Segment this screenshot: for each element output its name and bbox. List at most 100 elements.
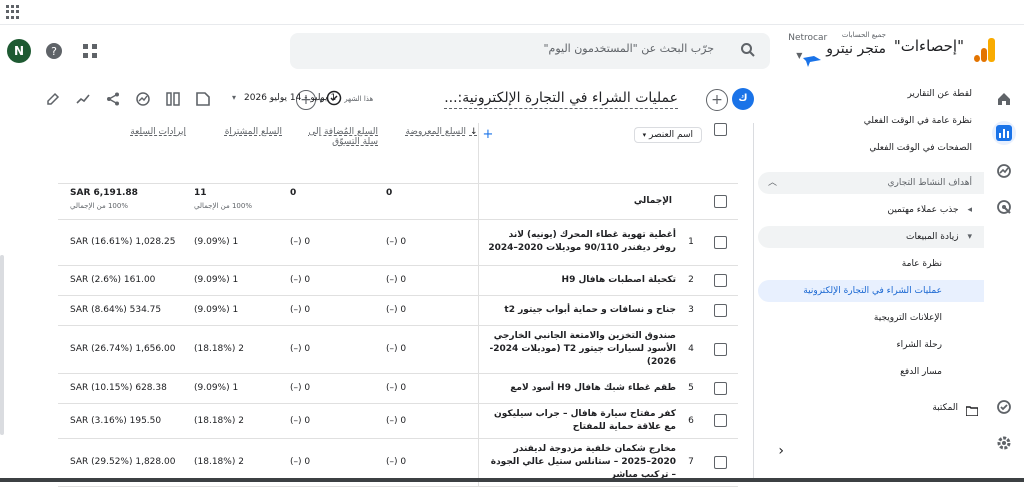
columns-icon[interactable] [164, 90, 182, 108]
row-checkbox[interactable] [713, 342, 727, 356]
nav-item-label: أهداف النشاط التجاري [887, 178, 972, 188]
total-purchased: 11 [194, 187, 207, 198]
configure-icon[interactable] [992, 395, 1016, 419]
home-icon[interactable] [992, 87, 1016, 111]
left-nav-rail [984, 77, 1024, 482]
row-select-cell [702, 265, 738, 296]
row-checkbox[interactable] [713, 414, 727, 427]
nav-item-overview[interactable]: نظرة عامة [758, 253, 984, 275]
compare-edit-icon[interactable] [194, 90, 212, 108]
item-name: كفر مفتاح سيارة هافال – جراب سيليكون مع … [478, 403, 680, 439]
property-name: متجر نيترو [826, 41, 886, 57]
chevron-down-icon: ▾ [232, 93, 237, 102]
row-checkbox[interactable] [713, 235, 727, 249]
nav-item-ecommerce-purchases[interactable]: عمليات الشراء في التجارة الإلكترونية [758, 280, 984, 302]
row-checkbox[interactable] [713, 273, 727, 287]
avatar[interactable]: N [7, 39, 31, 63]
nav-item-realtime-overview[interactable]: نظرة عامة في الوقت الفعلي [758, 110, 984, 132]
nitro-logo-icon [802, 53, 822, 67]
apps-grid-icon[interactable] [6, 5, 20, 19]
row-number: 1 [680, 219, 702, 266]
table-row[interactable]: 5 طقم غطاء شبك هافال H9 أسود لامع 0 (–) 0 (… [58, 373, 738, 404]
row-number: 2 [680, 265, 702, 296]
search-bar[interactable]: جرّب البحث عن "المستخدمون اليوم" [290, 33, 770, 69]
report-title[interactable]: عمليات الشراء في التجارة الإلكترونية:... [444, 90, 678, 109]
search-placeholder: جرّب البحث عن "المستخدمون اليوم" [543, 42, 714, 55]
row-checkbox[interactable] [713, 381, 727, 395]
folder-icon [965, 403, 979, 425]
explore-icon[interactable] [992, 159, 1016, 183]
select-all-checkbox[interactable] [713, 123, 727, 136]
trend-sparkle-icon[interactable] [74, 90, 92, 108]
col-items-viewed[interactable]: ↓السلع المعروضة [378, 123, 479, 184]
nav-item-promotions[interactable]: الإعلانات الترويجية [758, 307, 984, 329]
top-strip [0, 0, 1024, 25]
analytics-logo-icon[interactable] [974, 38, 996, 62]
total-label: الإجمالي [478, 183, 702, 220]
item-viewed: 0 (–) [378, 295, 479, 326]
dimension-selector[interactable]: اسم العنصر ▾ [633, 127, 702, 143]
caret-down-icon: ▾ [642, 131, 647, 139]
item-name: جناح و نسافات و حماية أبواب جيتور t2 [478, 295, 680, 326]
ecommerce-items-table: اسم العنصر ▾ + ↓السلع المعروضة السلع الم… [58, 123, 738, 487]
collapse-nav-icon[interactable]: ‹ [778, 443, 784, 459]
col-item-revenue[interactable]: إيرادات السلعة [58, 123, 186, 184]
col-items-purchased[interactable]: السلع المشتراة [186, 123, 282, 184]
item-viewed: 0 (–) [378, 325, 479, 374]
row-select-cell [702, 403, 738, 439]
total-added: 0 [282, 183, 378, 220]
row-checkbox[interactable] [713, 303, 727, 317]
settings-icon[interactable] [992, 431, 1016, 455]
account-selector[interactable]: جميع الحسابات متجر نيترو Netrocar ▼ [788, 31, 886, 60]
vertical-scrollbar[interactable] [0, 255, 4, 435]
add-dimension-icon[interactable]: + [483, 127, 494, 142]
nav-item-realtime-pages[interactable]: الصفحات في الوقت الفعلي [758, 137, 984, 159]
totals-checkbox[interactable] [713, 194, 727, 208]
nav-section-business-objectives[interactable]: أهداف النشاط التجاري ︿ [758, 172, 984, 194]
nav-library[interactable]: المكتبة [758, 397, 984, 419]
nav-item-generate-leads[interactable]: ◂ جذب عملاء مهتمين [758, 199, 984, 221]
nav-item-label: لقطة عن التقارير [907, 89, 972, 99]
table-row[interactable]: 6 كفر مفتاح سيارة هافال – جراب سيليكون مع… [58, 403, 738, 439]
nav-item-drive-sales[interactable]: ▾ زيادة المبيعات [758, 226, 984, 248]
add-comparison-icon[interactable]: + [706, 89, 728, 111]
item-name: تكحيلة اصطبات هافال H9 [478, 265, 680, 296]
date-range-picker[interactable]: هذا الشهر 1 يوليو - 14 يوليو 2026 ▾ [232, 93, 373, 103]
chevron-up-icon: ︿ [768, 178, 778, 188]
table-row[interactable]: 3 جناح و نسافات و حماية أبواب جيتور t2 0 (… [58, 295, 738, 326]
app-header: N ? جرّب البحث عن "المستخدمون اليوم" جمي… [0, 25, 1024, 77]
item-revenue: SAR (16.61%) 1,028.25 [58, 219, 186, 266]
nav-item-label: مسار الدفع [900, 367, 942, 377]
total-purchased-pct: 100% من الإجمالي [194, 201, 252, 210]
help-icon[interactable]: ? [42, 39, 66, 63]
table-row[interactable]: 4 صندوق التخزين والامتعة الجانبي الخارجي … [58, 325, 738, 374]
item-purchased: 1 (9.09%) [186, 373, 282, 404]
item-viewed: 0 (–) [378, 373, 479, 404]
report-toolbar: ك + عمليات الشراء في التجارة الإلكترونية… [0, 77, 754, 123]
reports-icon[interactable] [992, 121, 1016, 145]
nav-item-checkout-journey[interactable]: مسار الدفع [758, 361, 984, 383]
row-checkbox[interactable] [713, 455, 727, 469]
all-accounts-label: جميع الحسابات [841, 31, 886, 39]
share-icon[interactable] [104, 90, 122, 108]
col-items-added-to-cart[interactable]: السلع المُضافة إلى سلة التسوّق [282, 123, 378, 184]
nav-item-purchase-journey[interactable]: رحلة الشراء [758, 334, 984, 356]
apps-icon[interactable] [78, 39, 102, 63]
table-row[interactable]: 1 أغطية تهوية غطاء المحرك (يونيه) لاند رو… [58, 219, 738, 266]
caret-right-icon: ◂ [967, 205, 972, 215]
nav-item-reports-snapshot[interactable]: لقطة عن التقارير [758, 83, 984, 105]
item-purchased: 1 (9.09%) [186, 219, 282, 266]
advertising-icon[interactable] [992, 195, 1016, 219]
table-row[interactable]: 2 تكحيلة اصطبات هافال H9 0 (–) 0 (–) 1 (9.09… [58, 265, 738, 296]
search-icon [740, 42, 756, 62]
item-revenue: SAR (8.64%) 534.75 [58, 295, 186, 326]
row-number: 4 [680, 325, 702, 374]
total-revenue-cell: SAR 6,191.88 100% من الإجمالي [58, 183, 186, 220]
insights-icon[interactable] [134, 90, 152, 108]
edit-pencil-icon[interactable] [44, 90, 62, 108]
column-label: السلع المُضافة إلى سلة التسوّق [308, 127, 378, 147]
report-badge[interactable]: ك [732, 88, 754, 110]
item-added: 0 (–) [282, 295, 378, 326]
item-added: 0 (–) [282, 373, 378, 404]
row-select-cell [702, 219, 738, 266]
